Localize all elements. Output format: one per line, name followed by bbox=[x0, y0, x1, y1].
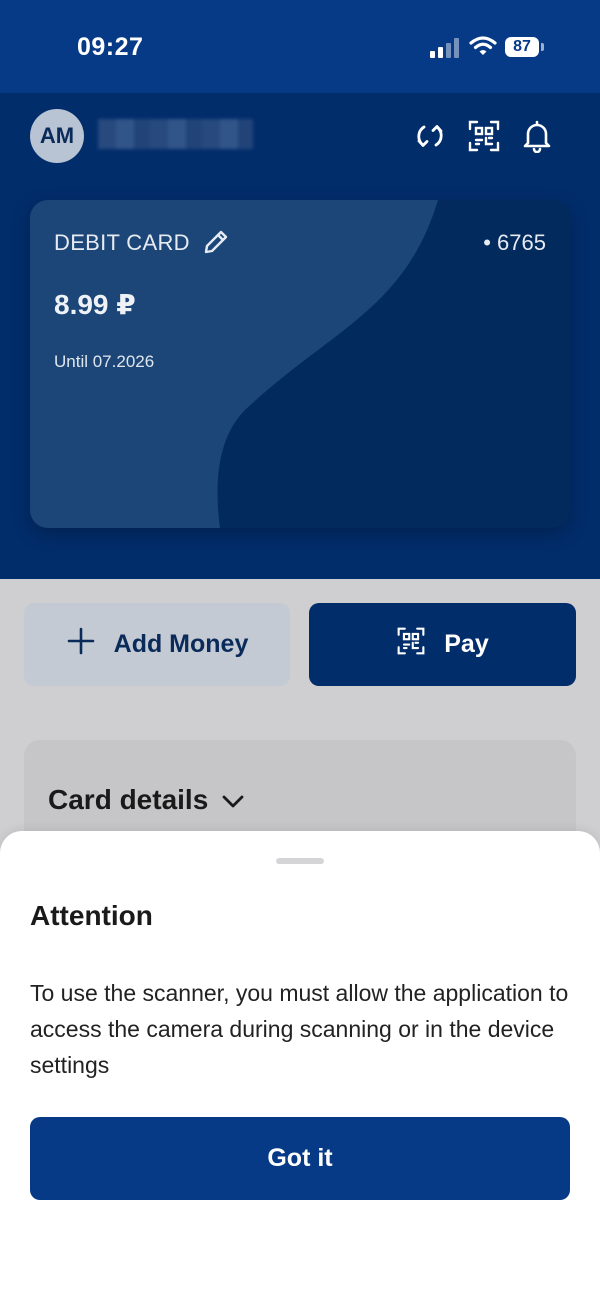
plus-icon bbox=[66, 626, 96, 663]
debit-card[interactable]: DEBIT CARD • 6765 8.99 ₽ Until 07.2026 bbox=[30, 200, 570, 528]
chevron-down-icon bbox=[220, 788, 246, 814]
card-details-title: Card details bbox=[48, 784, 209, 815]
card-balance: 8.99 ₽ bbox=[54, 289, 136, 320]
user-name-redacted bbox=[98, 119, 253, 149]
refresh-icon[interactable] bbox=[413, 119, 447, 153]
add-money-label: Add Money bbox=[113, 630, 249, 658]
card-expiry: Until 07.2026 bbox=[54, 352, 155, 371]
card-type: DEBIT CARD bbox=[54, 230, 190, 255]
wifi-icon bbox=[469, 35, 497, 57]
qr-scan-icon[interactable] bbox=[467, 119, 501, 153]
attention-bottom-sheet: Attention To use the scanner, you must a… bbox=[0, 831, 600, 1304]
avatar[interactable]: AM bbox=[30, 109, 84, 163]
account-header: AM DEBIT CARD • 6765 8.99 ₽ Until 07.202… bbox=[0, 93, 600, 579]
edit-icon[interactable] bbox=[202, 228, 230, 256]
battery-indicator: 87 bbox=[505, 37, 539, 57]
sheet-message: To use the scanner, you must allow the a… bbox=[30, 980, 569, 1078]
pay-label: Pay bbox=[444, 630, 489, 658]
battery-tip bbox=[541, 43, 544, 51]
sheet-title: Attention bbox=[30, 900, 153, 931]
qr-scan-icon bbox=[396, 626, 426, 663]
signal-icon bbox=[430, 38, 460, 58]
sheet-drag-handle[interactable] bbox=[276, 858, 324, 864]
pay-button[interactable]: Pay bbox=[309, 603, 576, 686]
got-it-button[interactable]: Got it bbox=[30, 1117, 570, 1200]
status-bar: 09:27 87 bbox=[0, 0, 600, 93]
bell-icon[interactable] bbox=[520, 119, 554, 154]
add-money-button[interactable]: Add Money bbox=[24, 603, 290, 686]
card-number: • 6765 bbox=[483, 230, 546, 255]
status-time: 09:27 bbox=[77, 33, 144, 61]
